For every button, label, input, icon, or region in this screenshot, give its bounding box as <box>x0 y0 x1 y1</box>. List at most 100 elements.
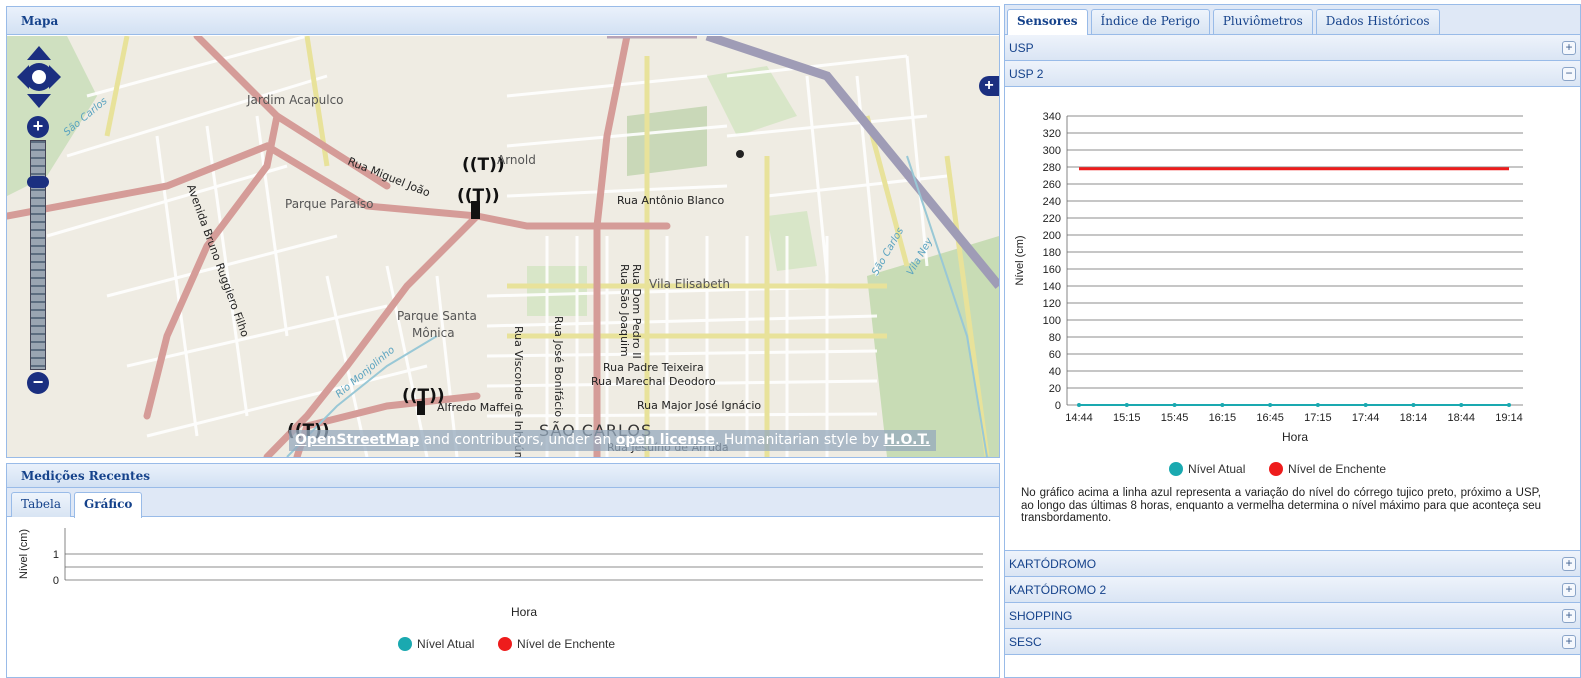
map-panel: Mapa ((T)) ((T)) ((T)) Jardim Acapulco P… <box>6 6 1000 458</box>
y-tick-label: 240 <box>1043 196 1061 208</box>
x-axis-label: Hora <box>1282 430 1308 444</box>
map-label-rua-marechal: Rua Marechal Deodoro <box>591 375 716 388</box>
series-point <box>1363 403 1368 407</box>
map-label-jardim: Jardim Acapulco <box>246 93 344 107</box>
sensor-header-usp[interactable]: USP + <box>1005 35 1580 61</box>
attribution-text-2: . Humanitarian style by <box>714 432 884 448</box>
map-label-rua-major: Rua Major José Ignácio <box>637 399 761 412</box>
sensor-chart: 0 20 40 60 80 100 120 140 160 180 200 220 240 260 280 3… <box>1014 111 1523 476</box>
recent-chart: 0 1 Hora Nível (cm) Nível Atual Nível de Ench… <box>18 528 983 651</box>
sensor-name: SHOPPING <box>1009 609 1073 623</box>
y-tick-label: 120 <box>1043 298 1061 310</box>
sensor-header-shopping[interactable]: SHOPPING + <box>1005 603 1580 629</box>
series-point <box>1268 403 1273 407</box>
legend-atual-marker <box>1169 462 1183 476</box>
tab-indice-de-perigo[interactable]: Índice de Perigo <box>1090 9 1210 34</box>
y-tick-label: 280 <box>1043 162 1061 174</box>
layer-switcher-button[interactable]: + <box>979 76 999 96</box>
legend-enchente-marker <box>498 637 512 651</box>
expand-icon[interactable]: + <box>1562 583 1576 597</box>
map-canvas[interactable]: ((T)) ((T)) ((T)) ((T)) Jardim Acapulco … <box>7 36 999 457</box>
x-axis-label: Hora <box>511 605 537 619</box>
x-tick-label: 18:14 <box>1400 412 1428 424</box>
expand-icon[interactable]: + <box>1562 635 1576 649</box>
y-axis-label: Nível (cm) <box>18 529 30 579</box>
legend-enchente-marker <box>1269 462 1283 476</box>
zoom-out-button[interactable]: − <box>27 372 49 394</box>
map-attribution: OpenStreetMap and contributors, under an… <box>289 430 937 451</box>
pan-control[interactable] <box>17 46 61 108</box>
sensor-name: USP 2 <box>1009 67 1044 81</box>
map-label-rua-antonio: Rua Antônio Blanco <box>617 194 725 207</box>
zoom-slider[interactable] <box>27 176 49 188</box>
sensor-header-kartodromo-2[interactable]: KARTÓDROMO 2 + <box>1005 577 1580 603</box>
sensor-header-usp-2[interactable]: USP 2 − <box>1005 61 1580 87</box>
map-label-rua-padre: Rua Padre Teixeira <box>603 361 704 374</box>
attribution-link-osm[interactable]: OpenStreetMap <box>295 432 419 448</box>
map-view[interactable]: ((T)) ((T)) ((T)) ((T)) Jardim Acapulco … <box>7 36 999 457</box>
map-label-rua-jose-bonifacio: Rua José Bonifácio <box>552 316 565 417</box>
attribution-link-license[interactable]: open license <box>616 432 715 448</box>
legend-atual-marker <box>398 637 412 651</box>
legend-enchente-label: Nível de Enchente <box>517 637 615 651</box>
collapse-icon[interactable]: − <box>1562 67 1576 81</box>
expand-icon[interactable]: + <box>1562 557 1576 571</box>
x-tick-label: 18:44 <box>1447 412 1475 424</box>
y-tick-label: 20 <box>1049 383 1061 395</box>
left-column: Mapa ((T)) ((T)) ((T)) Jardim Acapulco P… <box>0 0 1000 678</box>
x-tick-label: 17:15 <box>1304 412 1332 424</box>
zoom-bar[interactable]: + − <box>27 116 51 396</box>
y-tick-label: 40 <box>1049 366 1061 378</box>
sensor-body-usp-2: 0 20 40 60 80 100 120 140 160 180 200 220 240 260 280 3… <box>1005 87 1580 551</box>
map-label-santa-monica-2: Mônica <box>412 326 455 340</box>
attribution-link-hot[interactable]: H.O.T. <box>884 432 931 448</box>
zoom-in-button[interactable]: + <box>27 116 49 138</box>
map-label-rua-alfredo: Alfredo Maffei <box>437 401 513 414</box>
chart-description: No gráfico acima a linha azul representa… <box>1021 487 1541 524</box>
expand-icon[interactable]: + <box>1562 609 1576 623</box>
series-point <box>1459 403 1464 407</box>
y-tick-label: 1 <box>53 549 59 561</box>
x-tick-label: 16:45 <box>1256 412 1284 424</box>
sensor-name: KARTÓDROMO <box>1009 557 1097 571</box>
x-tick-label: 19:14 <box>1495 412 1523 424</box>
map-label-arnold: Arnold <box>497 153 536 167</box>
series-point <box>1411 403 1416 407</box>
tab-sensores[interactable]: Sensores <box>1007 9 1088 35</box>
zoom-track[interactable] <box>30 140 46 370</box>
tab-grafico[interactable]: Gráfico <box>74 492 143 518</box>
y-tick-label: 300 <box>1043 145 1061 157</box>
x-tick-label: 14:44 <box>1065 412 1093 424</box>
legend-atual-label: Nível Atual <box>1188 462 1245 476</box>
tab-pluviometros[interactable]: Pluviômetros <box>1212 9 1313 34</box>
attribution-text: and contributors, under an <box>419 432 616 448</box>
y-axis-label: Nível (cm) <box>1014 235 1026 285</box>
y-tick-label: 200 <box>1043 230 1061 242</box>
sensor-header-sesc[interactable]: SESC + <box>1005 629 1580 655</box>
map-label-santa-monica-1: Parque Santa <box>397 309 477 323</box>
tab-dados-historicos[interactable]: Dados Históricos <box>1315 9 1440 34</box>
expand-icon[interactable]: + <box>1562 41 1576 55</box>
y-tick-label: 180 <box>1043 247 1061 259</box>
legend-enchente-label: Nível de Enchente <box>1288 462 1386 476</box>
map-panel-title: Mapa <box>7 7 999 35</box>
y-tick-label: 220 <box>1043 213 1061 225</box>
map-label-rua-sao-joaquim: Rua São Joaquim <box>618 264 631 357</box>
right-column: Sensores Índice de Perigo Pluviômetros D… <box>1004 4 1581 678</box>
sensor-name: KARTÓDROMO 2 <box>1009 583 1107 597</box>
map-label-vila-elisabeth: Vila Elisabeth <box>649 277 730 291</box>
sensor-name: SESC <box>1009 635 1042 649</box>
y-tick-label: 0 <box>1055 400 1061 412</box>
recent-panel-title: Medições Recentes <box>7 464 999 488</box>
right-tab-strip: Sensores Índice de Perigo Pluviômetros D… <box>1005 5 1580 35</box>
sensor-header-kartodromo[interactable]: KARTÓDROMO + <box>1005 551 1580 577</box>
series-point <box>1077 403 1081 407</box>
tab-tabela[interactable]: Tabela <box>11 492 72 517</box>
x-tick-label: 15:15 <box>1113 412 1141 424</box>
y-tick-label: 80 <box>1049 332 1061 344</box>
series-point <box>1220 403 1225 407</box>
y-tick-label: 60 <box>1049 349 1061 361</box>
x-tick-label: 15:45 <box>1161 412 1189 424</box>
map-label-paraiso: Parque Paraíso <box>285 197 373 211</box>
y-tick-label: 100 <box>1043 315 1061 327</box>
